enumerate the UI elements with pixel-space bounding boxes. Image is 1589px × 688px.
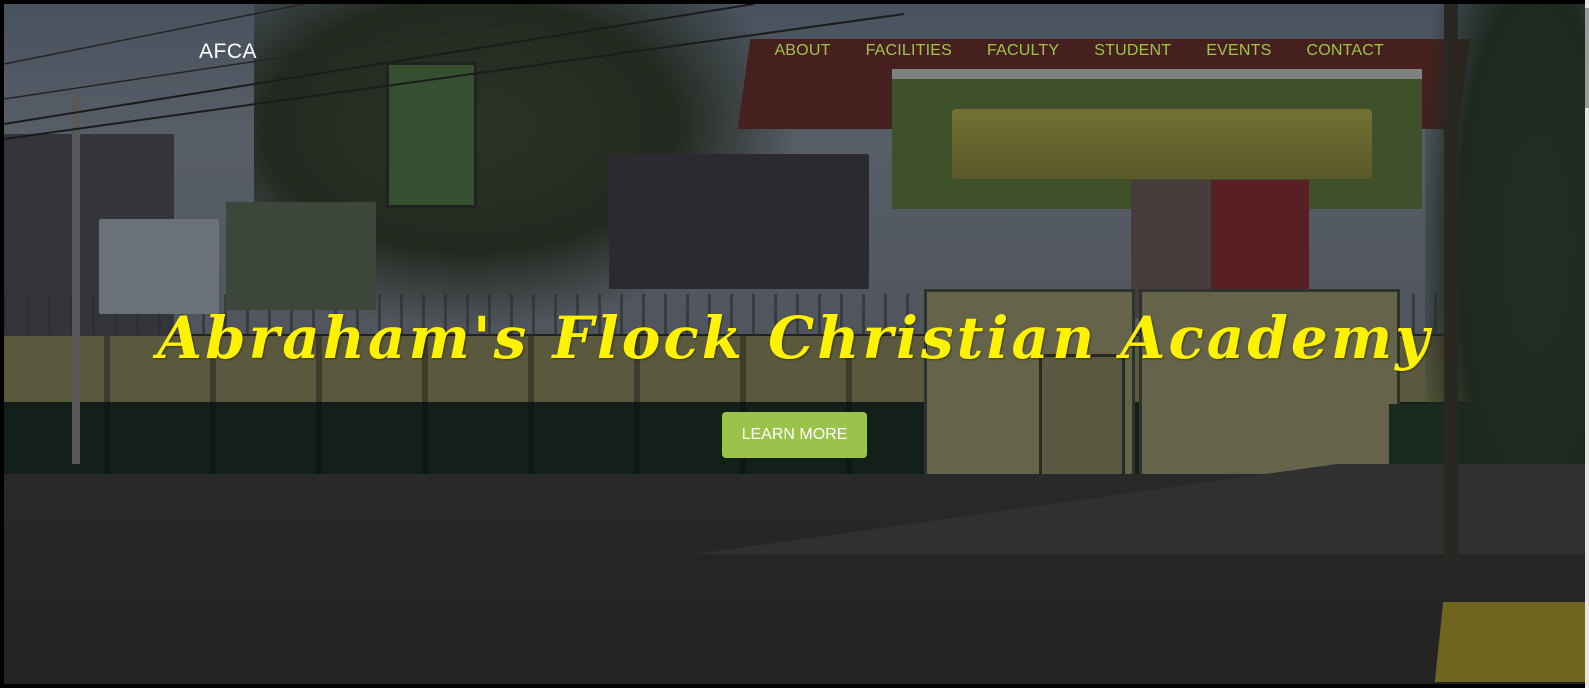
- nav-item-about: ABOUT: [774, 42, 830, 60]
- navbar: AFCA ABOUT FACILITIES FACULTY STUDENT EV…: [4, 4, 1585, 104]
- nav-link-faculty[interactable]: FACULTY: [987, 42, 1059, 59]
- page: AFCA ABOUT FACILITIES FACULTY STUDENT EV…: [0, 0, 1589, 688]
- page-scrollbar[interactable]: [1585, 0, 1589, 688]
- nav-item-faculty: FACULTY: [987, 42, 1059, 60]
- nav-item-facilities: FACILITIES: [866, 42, 952, 60]
- brand-logo-link[interactable]: AFCA: [199, 40, 257, 64]
- nav-link-about[interactable]: ABOUT: [774, 42, 830, 59]
- nav-link-events[interactable]: EVENTS: [1206, 42, 1271, 59]
- nav-menu: ABOUT FACILITIES FACULTY STUDENT EVENTS …: [739, 42, 1384, 60]
- nav-item-events: EVENTS: [1206, 42, 1271, 60]
- nav-item-student: STUDENT: [1094, 42, 1171, 60]
- nav-item-contact: CONTACT: [1306, 42, 1384, 60]
- hero-title: Abraham's Flock Christian Academy: [157, 304, 1432, 372]
- hero-content: Abraham's Flock Christian Academy LEARN …: [4, 304, 1585, 458]
- page-scrollbar-thumb[interactable]: [1585, 8, 1589, 108]
- learn-more-button[interactable]: LEARN MORE: [721, 412, 868, 458]
- nav-link-contact[interactable]: CONTACT: [1306, 42, 1384, 59]
- hero-section: AFCA ABOUT FACILITIES FACULTY STUDENT EV…: [4, 4, 1585, 684]
- nav-link-facilities[interactable]: FACILITIES: [866, 42, 952, 59]
- nav-link-student[interactable]: STUDENT: [1094, 42, 1171, 59]
